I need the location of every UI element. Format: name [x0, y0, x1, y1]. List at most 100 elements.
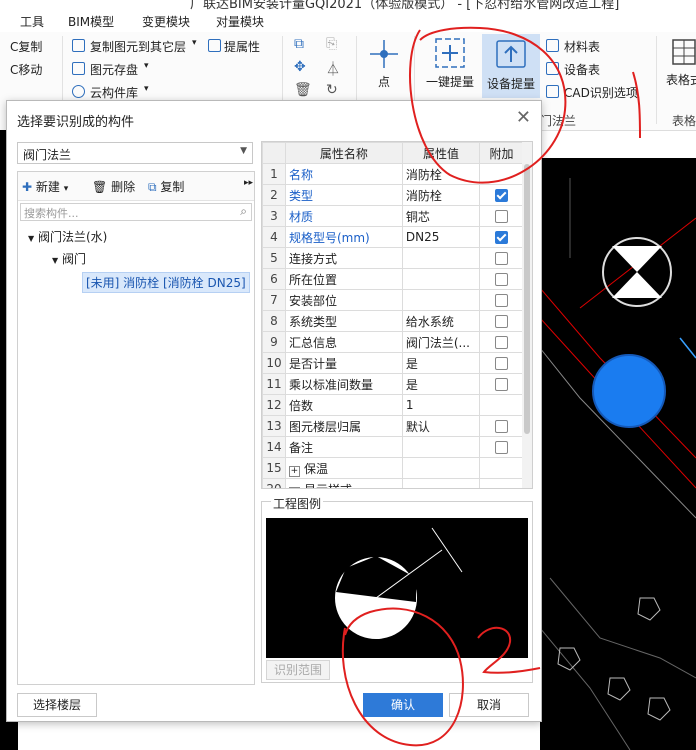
property-value[interactable]: 1: [401, 394, 481, 416]
property-row[interactable]: 13 图元楼层归属 默认: [262, 415, 524, 437]
table-format-button[interactable]: 表格式: [664, 36, 696, 88]
tree-child-label: 阀门: [61, 252, 86, 266]
element-save-button[interactable]: 图元存盘: [90, 61, 138, 78]
copy-icon[interactable]: ⧉: [294, 36, 304, 52]
property-row[interactable]: 7 安装部位: [262, 289, 524, 311]
property-value[interactable]: 消防栓: [401, 163, 481, 185]
one-click-extract-label: 一键提量: [425, 75, 474, 89]
property-value[interactable]: 铜芯: [401, 205, 481, 227]
property-value[interactable]: [401, 457, 481, 479]
tree-node-hydrant[interactable]: [未用] 消防栓 [消防栓 DN25]: [82, 272, 250, 293]
extra-checkbox[interactable]: [495, 441, 509, 454]
copy-to-floor-button[interactable]: 复制图元到其它层: [90, 38, 186, 55]
property-row[interactable]: 5 连接方式: [262, 247, 524, 269]
property-value[interactable]: [401, 289, 481, 311]
confirm-button[interactable]: 确认: [363, 693, 443, 717]
close-icon[interactable]: ✕: [516, 107, 531, 128]
c-copy-button[interactable]: C复制: [10, 38, 42, 55]
property-value[interactable]: [401, 436, 481, 458]
element-save-icon: [72, 62, 85, 75]
property-row[interactable]: 20+ 显示样式: [262, 478, 524, 489]
property-row[interactable]: 1 名称 消防栓: [262, 163, 524, 185]
select-floor-button[interactable]: 选择楼层: [17, 693, 97, 717]
extra-checkbox[interactable]: [495, 210, 509, 223]
tree-node-root[interactable]: ▼ 阀门法兰(水): [28, 228, 107, 245]
property-value[interactable]: 阀门法兰(...: [401, 331, 481, 353]
extra-checkbox[interactable]: [495, 294, 509, 307]
property-value[interactable]: [401, 478, 481, 488]
recognize-range-button[interactable]: 识别范围: [266, 660, 330, 680]
component-search-input[interactable]: 搜索构件... ⌕: [20, 203, 252, 221]
move-icon[interactable]: ✥: [294, 59, 306, 75]
property-row[interactable]: 3 材质 铜芯: [262, 205, 524, 227]
property-row[interactable]: 4 规格型号(mm) DN25: [262, 226, 524, 248]
property-row[interactable]: 9 汇总信息 阀门法兰(...: [262, 331, 524, 353]
property-value[interactable]: [401, 247, 481, 269]
extra-checkbox[interactable]: [495, 378, 509, 391]
extra-checkbox[interactable]: [495, 252, 509, 265]
extra-checkbox[interactable]: [495, 189, 509, 202]
property-name-text: 规格型号(mm): [288, 230, 370, 245]
property-extra: [479, 436, 524, 458]
point-button[interactable]: 点: [366, 38, 402, 90]
property-value[interactable]: 默认: [401, 415, 481, 437]
expand-icon[interactable]: +: [288, 465, 300, 477]
property-extra: [479, 394, 524, 416]
property-row[interactable]: 15 + 保温: [262, 457, 524, 479]
extra-checkbox[interactable]: [495, 357, 509, 370]
property-value[interactable]: 消防栓: [401, 184, 481, 206]
new-button[interactable]: ✚ 新建 ▾: [22, 178, 68, 195]
cloud-lib-button[interactable]: 云构件库: [90, 84, 138, 101]
row-index: 12: [262, 394, 286, 416]
property-row[interactable]: 2 类型 消防栓: [262, 184, 524, 206]
property-value[interactable]: 是: [401, 373, 481, 395]
device-table-button[interactable]: 设备表: [564, 61, 600, 78]
tree-node-valve[interactable]: ▼ 阀门: [52, 250, 86, 267]
chevron-down-icon[interactable]: ▾: [192, 38, 197, 48]
device-extract-button[interactable]: 设备提量: [482, 34, 540, 98]
cad-canvas[interactable]: [540, 158, 696, 750]
property-row[interactable]: 6 所在位置: [262, 268, 524, 290]
component-type-select[interactable]: 阀门法兰 ▼: [17, 142, 253, 164]
c-move-button[interactable]: C移动: [10, 61, 42, 78]
cad-options-button[interactable]: CAD识别选项: [564, 84, 638, 101]
property-scrollbar[interactable]: [522, 142, 532, 488]
rotate-icon[interactable]: ↻: [326, 82, 338, 98]
extra-checkbox[interactable]: [495, 336, 509, 349]
property-row[interactable]: 14 备注: [262, 436, 524, 458]
paste-icon[interactable]: ⎘: [326, 36, 337, 52]
delete-button[interactable]: 🗑 删除: [92, 178, 135, 195]
scrollbar-thumb[interactable]: [524, 164, 530, 434]
property-row[interactable]: 11 乘以标准间数量 是: [262, 373, 524, 395]
menu-tools[interactable]: 工具: [20, 13, 44, 30]
cancel-button[interactable]: 取消: [449, 693, 529, 717]
one-click-extract-button[interactable]: 一键提量: [424, 36, 476, 90]
more-icon[interactable]: ▸▸: [244, 178, 253, 188]
extra-checkbox[interactable]: [495, 420, 509, 433]
material-table-button[interactable]: 材料表: [564, 38, 600, 55]
property-value[interactable]: DN25: [401, 226, 481, 248]
property-value[interactable]: [401, 268, 481, 290]
mirror-icon[interactable]: ⏃: [326, 59, 340, 79]
property-name-text: 显示样式: [304, 483, 352, 489]
extra-checkbox[interactable]: [495, 273, 509, 286]
chevron-down-icon[interactable]: ▾: [144, 61, 149, 71]
extra-checkbox[interactable]: [495, 315, 509, 328]
property-row[interactable]: 12 倍数 1: [262, 394, 524, 416]
property-value[interactable]: 是: [401, 352, 481, 374]
property-row[interactable]: 8 系统类型 给水系统: [262, 310, 524, 332]
property-name: + 显示样式: [284, 478, 403, 489]
delete-icon[interactable]: 🗑: [294, 82, 312, 98]
property-value[interactable]: 给水系统: [401, 310, 481, 332]
extra-checkbox[interactable]: [495, 231, 509, 244]
menu-reconcile-module[interactable]: 对量模块: [216, 13, 264, 30]
copy-button[interactable]: ⧉ 复制: [148, 178, 184, 195]
property-row[interactable]: 10 是否计量 是: [262, 352, 524, 374]
caret-down-icon: ▼: [52, 256, 59, 265]
expand-icon[interactable]: +: [288, 486, 300, 488]
chevron-down-icon[interactable]: ▾: [144, 84, 149, 94]
component-type-value: 阀门法兰: [23, 148, 72, 162]
menu-bim-model[interactable]: BIM模型: [68, 13, 114, 30]
menu-change-module[interactable]: 变更模块: [142, 13, 190, 30]
extract-attr-button[interactable]: 提属性: [224, 38, 260, 55]
